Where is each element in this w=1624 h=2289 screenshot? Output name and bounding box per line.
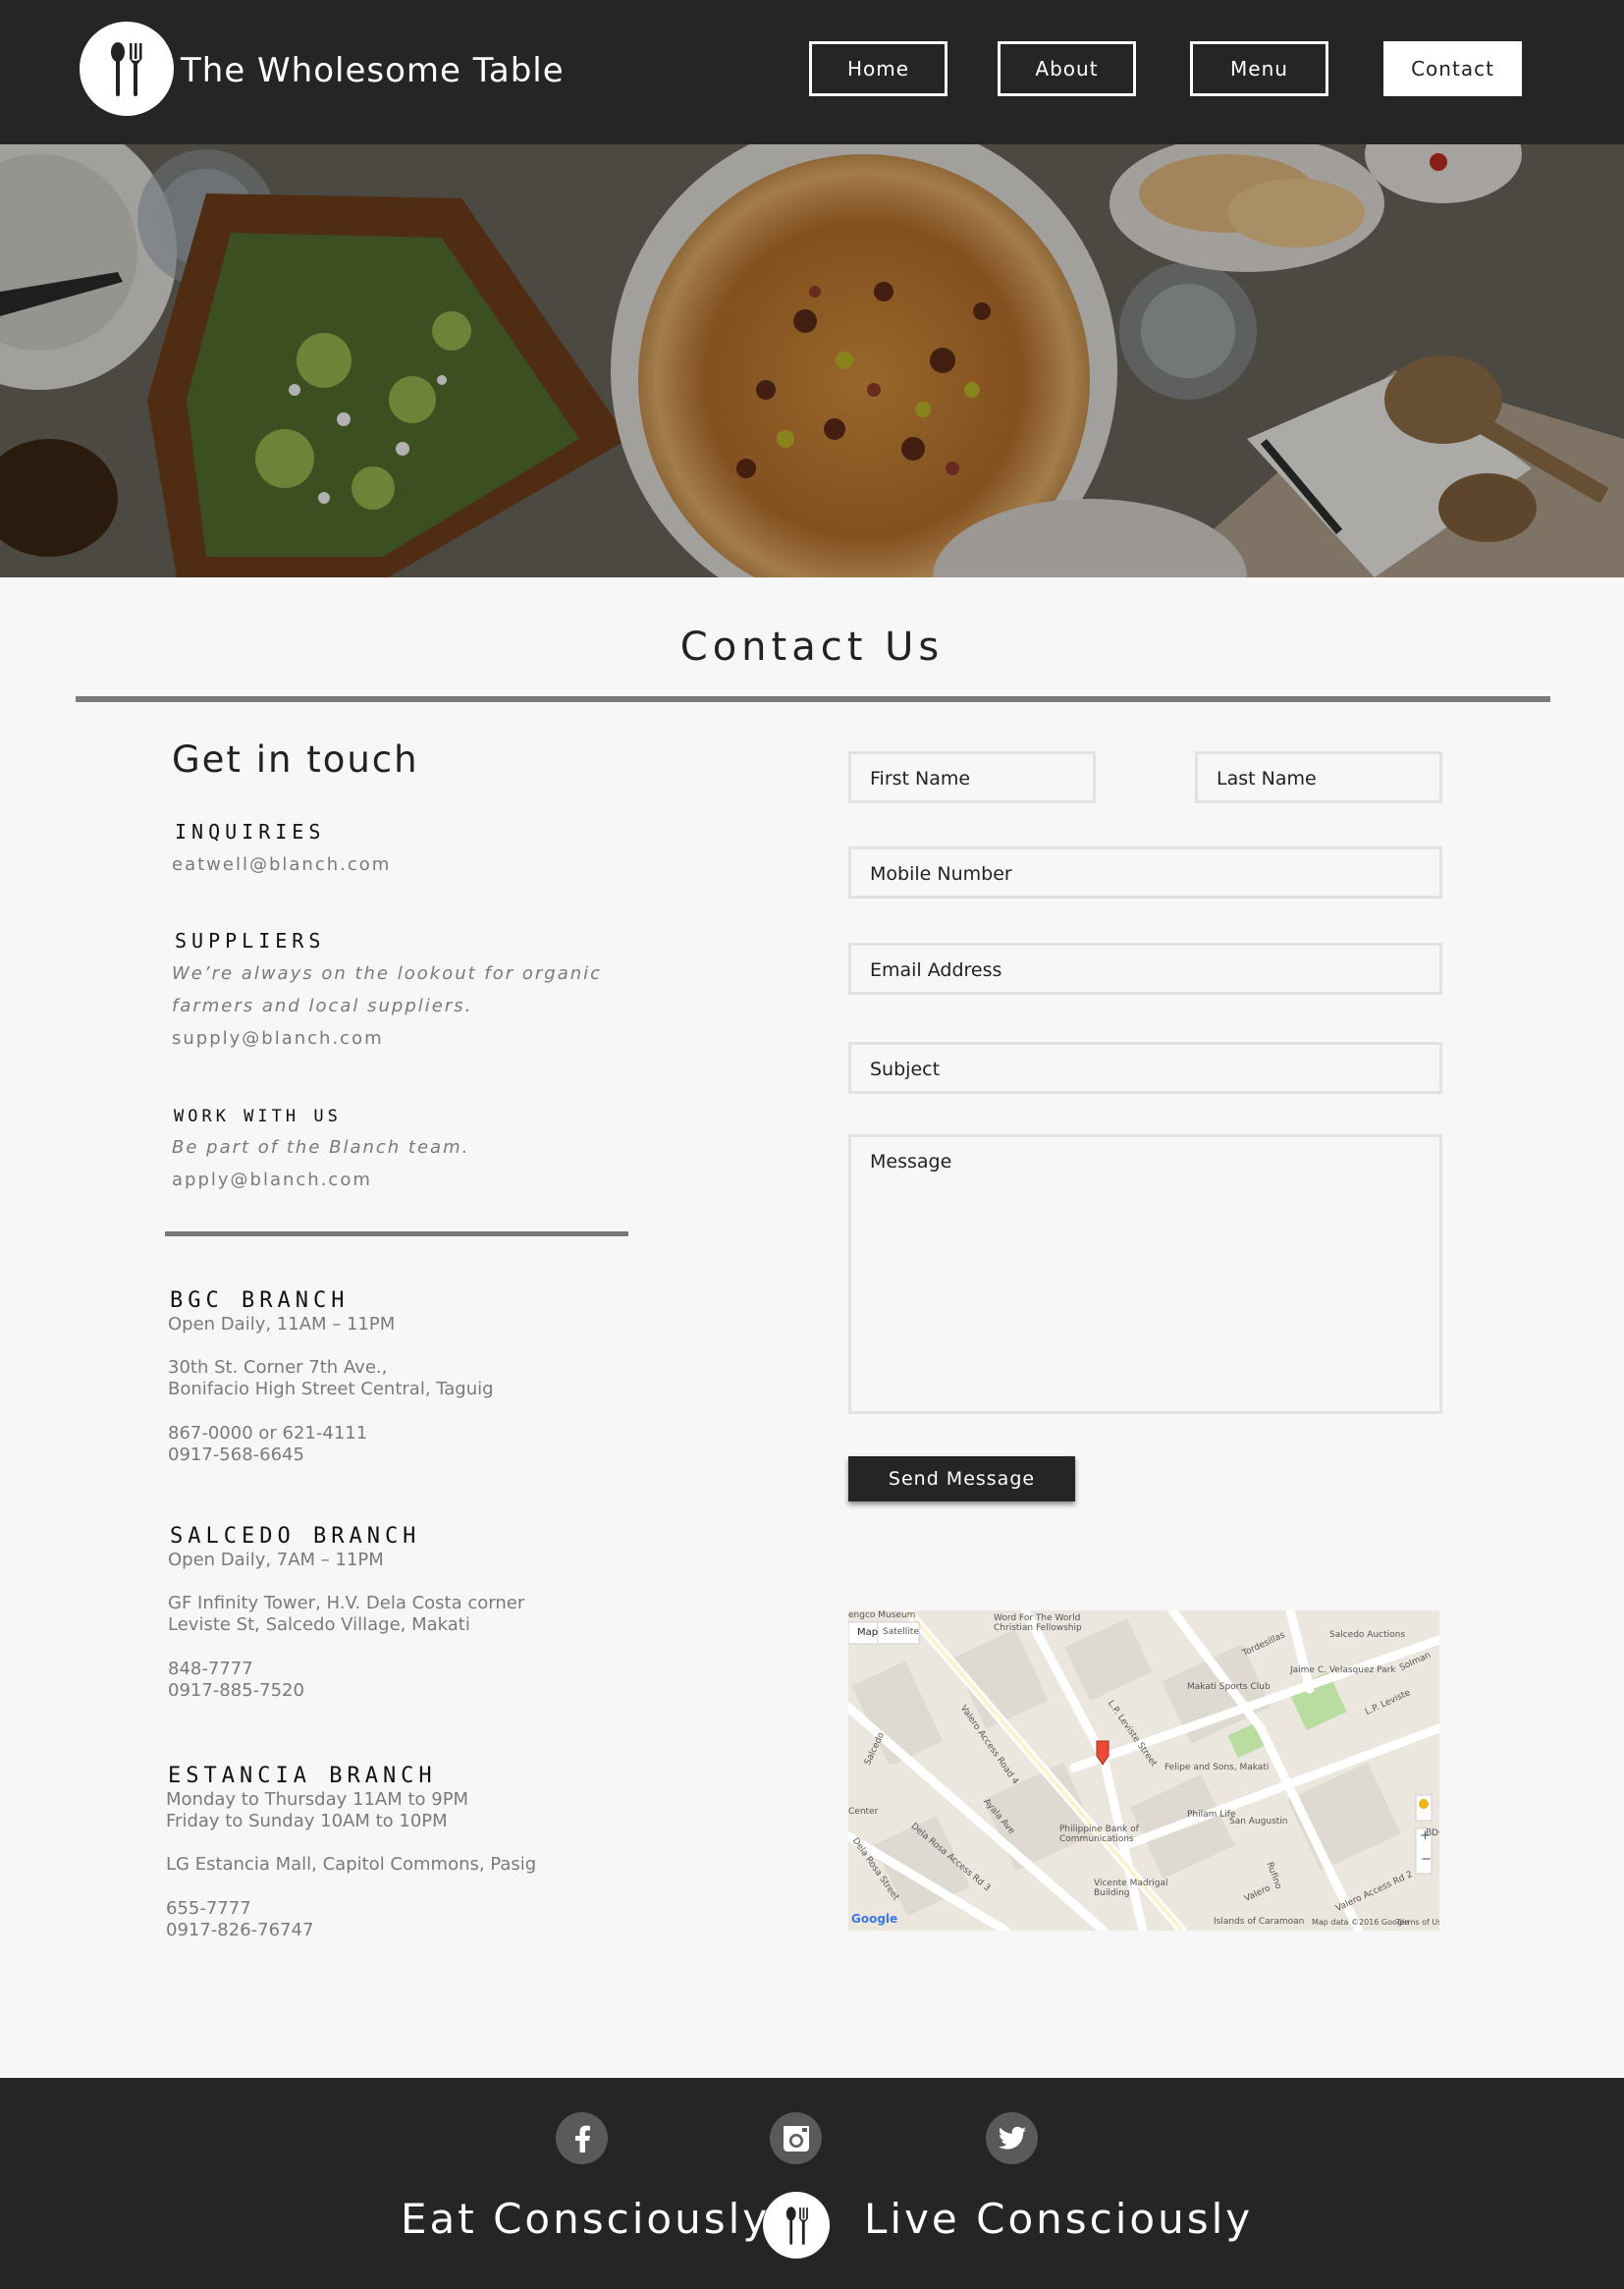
branch-hours: Friday to Sunday 10AM to 10PM (166, 1811, 448, 1831)
branch-phone: 0917-826-76747 (166, 1920, 314, 1940)
branch-hours: Open Daily, 7AM – 11PM (168, 1550, 384, 1570)
map-tab[interactable]: Map (857, 1627, 878, 1638)
map-label: Communications (1059, 1834, 1134, 1844)
map-label: engco Museum (848, 1610, 916, 1620)
live-consciously-tagline: Live Consciously (864, 2195, 1254, 2243)
branch-address: Leviste St, Salcedo Village, Makati (168, 1614, 470, 1635)
message-textarea[interactable]: Message (848, 1134, 1442, 1414)
google-logo: Google (851, 1912, 898, 1926)
map-label: Felipe and Sons, Makati (1164, 1763, 1270, 1772)
facebook-icon[interactable] (556, 2112, 608, 2164)
work-with-us-label: WORK WITH US (174, 1107, 342, 1126)
branch-phone: 0917-568-6645 (168, 1444, 304, 1465)
work-with-us-email[interactable]: apply@blanch.com (172, 1170, 372, 1190)
branch-address: Bonifacio High Street Central, Taguig (168, 1379, 494, 1399)
twitter-icon[interactable] (986, 2112, 1038, 2164)
site-header: The Wholesome Table Home About Menu Cont… (0, 0, 1624, 144)
inquiries-label: INQUIRIES (175, 820, 326, 844)
get-in-touch-heading: Get in touch (172, 738, 419, 781)
fork-spoon-icon (785, 2207, 808, 2245)
map-label: Islands of Caramoan (1214, 1917, 1305, 1927)
nav-about-button[interactable]: About (998, 41, 1136, 96)
suppliers-email[interactable]: supply@blanch.com (172, 1028, 384, 1049)
fork-spoon-icon (111, 42, 142, 96)
page-title: Contact Us (679, 625, 945, 670)
map-label: San Augustin (1229, 1817, 1288, 1826)
map-terms-link[interactable]: Terms of Use (1396, 1918, 1439, 1927)
location-map[interactable]: Map Satellite engco Museum Word For The … (848, 1610, 1439, 1931)
branch-hours: Monday to Thursday 11AM to 9PM (166, 1789, 469, 1810)
branch-phone: 848-7777 (168, 1659, 253, 1679)
work-with-us-text: Be part of the Blanch team. (172, 1137, 470, 1158)
site-footer (0, 2078, 1624, 2289)
map-label: Word For The World (994, 1613, 1081, 1623)
email-address-input[interactable]: Email Address (848, 943, 1442, 995)
map-attribution: Map data ©2016 Google (1312, 1918, 1410, 1927)
map-label: Building (1094, 1888, 1130, 1898)
last-name-input[interactable]: Last Name (1195, 751, 1442, 803)
map-label: Jaime C. Velasquez Park (1290, 1665, 1396, 1675)
section-divider (165, 1231, 628, 1236)
first-name-input[interactable]: First Name (848, 751, 1096, 803)
subject-input[interactable]: Subject (848, 1042, 1442, 1094)
nav-contact-button[interactable]: Contact (1383, 41, 1522, 96)
nav-menu-button[interactable]: Menu (1190, 41, 1328, 96)
logo[interactable] (80, 22, 174, 116)
branch-title: SALCEDO BRANCH (170, 1524, 421, 1549)
suppliers-text-line2: farmers and local suppliers. (172, 996, 473, 1016)
branch-title: BGC BRANCH (170, 1288, 350, 1313)
branch-hours: Open Daily, 11AM – 11PM (168, 1314, 396, 1335)
hero-food-image (0, 144, 1624, 577)
map-label: Salcedo Auctions (1329, 1630, 1406, 1640)
branch-address: LG Estancia Mall, Capitol Commons, Pasig (166, 1854, 537, 1875)
zoom-out-button[interactable]: − (1421, 1852, 1432, 1867)
suppliers-label: SUPPLIERS (175, 929, 326, 953)
map-label: Philippine Bank of (1059, 1825, 1139, 1834)
branch-phone: 655-7777 (166, 1898, 251, 1919)
send-message-button[interactable]: Send Message (848, 1456, 1075, 1501)
branch-address: GF Infinity Tower, H.V. Dela Costa corne… (168, 1593, 525, 1613)
nav-home-button[interactable]: Home (809, 41, 947, 96)
branch-phone: 867-0000 or 621-4111 (168, 1423, 368, 1444)
mobile-number-input[interactable]: Mobile Number (848, 846, 1442, 899)
branch-phone: 0917-885-7520 (168, 1680, 304, 1701)
brand-name[interactable]: The Wholesome Table (181, 51, 565, 90)
instagram-icon[interactable] (770, 2112, 822, 2164)
inquiries-email[interactable]: eatwell@blanch.com (172, 854, 391, 875)
footer-logo[interactable] (763, 2192, 830, 2259)
map-label: Vicente Madrigal (1094, 1879, 1168, 1888)
title-divider (76, 696, 1550, 702)
branch-title: ESTANCIA BRANCH (168, 1764, 437, 1788)
map-label: Christian Fellowship (994, 1623, 1082, 1633)
eat-consciously-tagline: Eat Consciously (401, 2195, 771, 2243)
map-label: Center (848, 1807, 879, 1817)
suppliers-text-line1: We’re always on the lookout for organic (172, 963, 603, 984)
satellite-tab[interactable]: Satellite (883, 1627, 919, 1637)
branch-address: 30th St. Corner 7th Ave., (168, 1357, 388, 1378)
zoom-in-button[interactable]: + (1420, 1828, 1431, 1843)
map-label: Makati Sports Club (1187, 1682, 1271, 1692)
